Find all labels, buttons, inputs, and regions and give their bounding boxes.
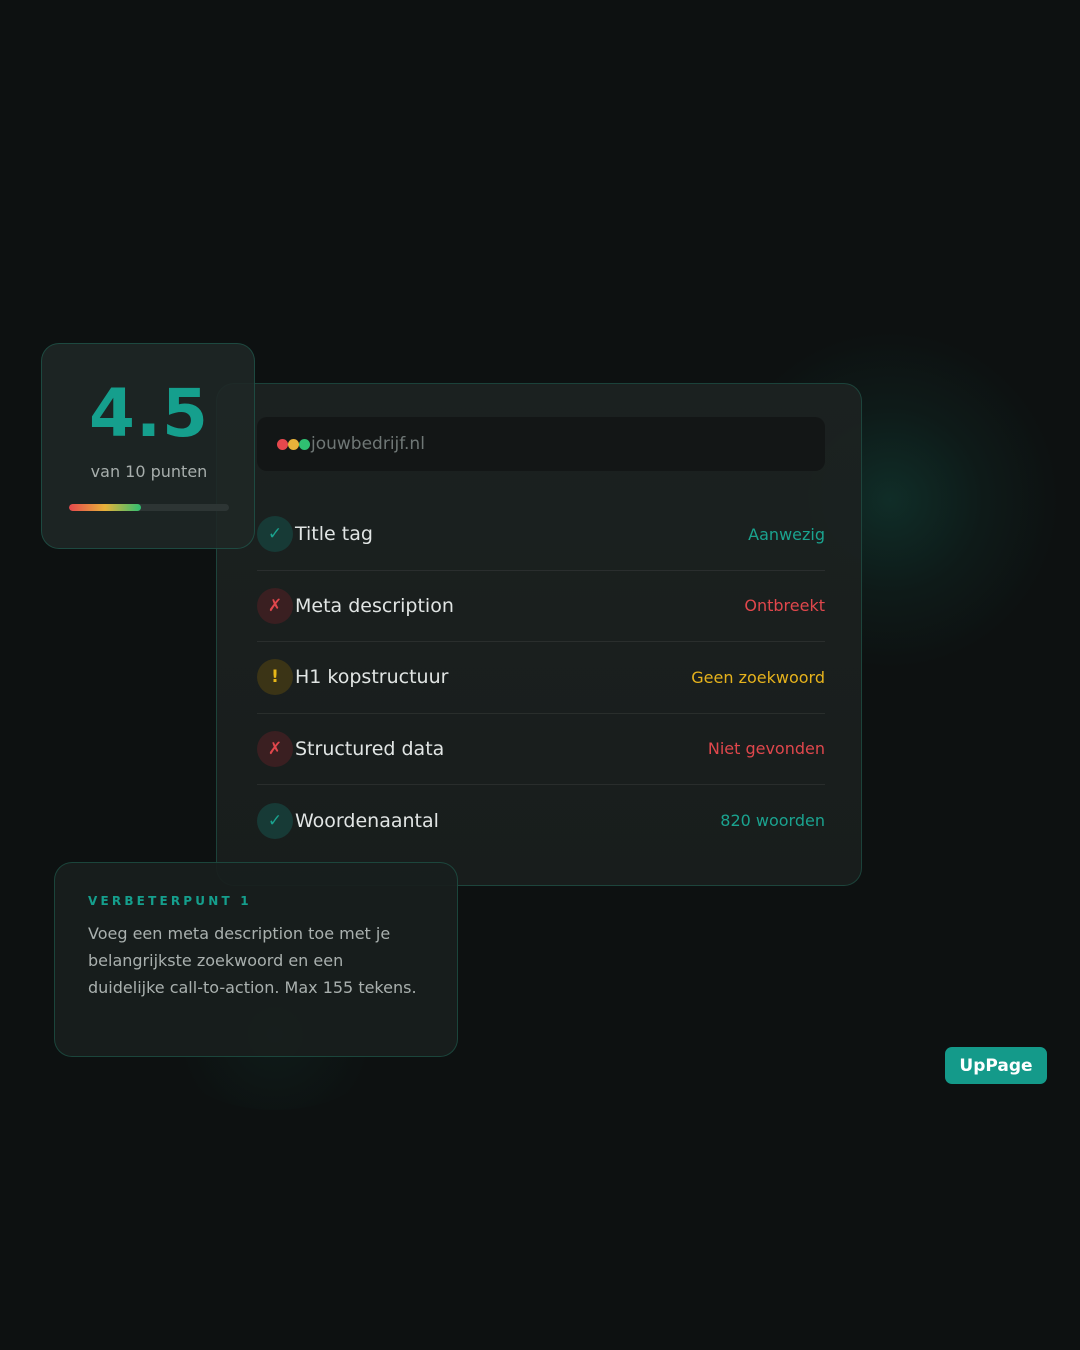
score-value: 4.5: [89, 375, 209, 452]
window-maximize-dot-icon: [299, 438, 310, 450]
browser-url-bar: jouwbedrijf.nl: [257, 417, 825, 471]
check-list: ✓ Title tag Aanwezig ✗ Meta description …: [257, 499, 825, 857]
check-label: Title tag: [295, 523, 373, 546]
check-label: Woordenaantal: [295, 809, 439, 832]
check-row-title-tag: ✓ Title tag Aanwezig: [257, 499, 825, 571]
check-status: Aanwezig: [748, 524, 825, 544]
check-row-meta-description: ✗ Meta description Ontbreekt: [257, 571, 825, 642]
score-progress-fill: [69, 504, 141, 511]
check-icon: ✓: [257, 802, 293, 839]
check-status: Geen zoekwoord: [691, 667, 825, 687]
check-icon: ✓: [257, 516, 293, 553]
brand-badge[interactable]: UpPage: [945, 1047, 1047, 1084]
check-status: 820 woorden: [720, 811, 825, 831]
tip-body: Voeg een meta description toe met je bel…: [88, 924, 417, 997]
check-row-structured-data: ✗ Structured data Niet gevonden: [257, 714, 825, 785]
check-row-h1-structure: ! H1 kopstructuur Geen zoekwoord: [257, 642, 825, 714]
score-caption: van 10 punten: [90, 462, 208, 481]
improvement-tip-card: VERBETERPUNT 1 Voeg een meta description…: [54, 862, 458, 1057]
seo-audit-card: jouwbedrijf.nl ✓ Title tag Aanwezig ✗ Me…: [216, 383, 862, 886]
warning-icon: !: [257, 659, 293, 696]
window-minimize-dot-icon: [288, 438, 299, 450]
check-label: Meta description: [295, 594, 454, 617]
check-label: H1 kopstructuur: [295, 666, 449, 689]
cross-icon: ✗: [257, 730, 293, 767]
url-text: jouwbedrijf.nl: [311, 434, 425, 454]
check-label: Structured data: [295, 737, 445, 760]
tip-title: VERBETERPUNT 1: [88, 894, 252, 908]
check-status: Niet gevonden: [707, 739, 825, 759]
score-progress-bar: [69, 504, 229, 511]
check-status: Ontbreekt: [744, 596, 825, 616]
window-close-dot-icon: [277, 438, 288, 450]
score-card: 4.5 van 10 punten: [41, 343, 255, 549]
check-row-word-count: ✓ Woordenaantal 820 woorden: [257, 785, 825, 857]
cross-icon: ✗: [257, 587, 293, 624]
